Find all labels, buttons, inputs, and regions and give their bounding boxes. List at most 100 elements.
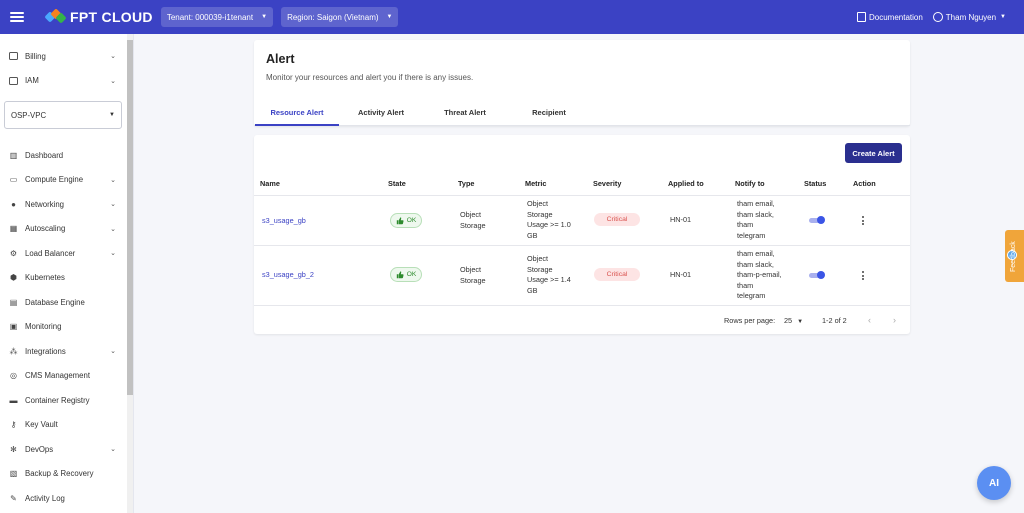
- sidebar-item-label: Compute Engine: [25, 175, 84, 185]
- column-header-status[interactable]: Status: [804, 179, 826, 188]
- notify-line: tham slack,: [737, 209, 774, 219]
- row-divider: [254, 305, 910, 306]
- column-header-notify-to[interactable]: Notify to: [735, 179, 765, 188]
- rows-per-page-value: 25: [784, 316, 793, 325]
- sidebar-item-label: Integrations: [25, 346, 66, 356]
- tenant-label: Tenant: 000039-i1tenant: [166, 12, 254, 22]
- sidebar-item-dashboard[interactable]: ▥ Dashboard: [0, 143, 133, 168]
- sidebar-item-label: Kubernetes: [25, 273, 65, 283]
- severity-badge: Critical: [594, 268, 640, 281]
- logo-text: FPT CLOUD: [70, 9, 153, 25]
- column-header-metric[interactable]: Metric: [525, 179, 547, 188]
- metric-line: Storage: [527, 209, 553, 219]
- ai-assistant-button[interactable]: AI: [977, 466, 1011, 500]
- more-actions-icon[interactable]: [862, 271, 865, 280]
- fpt-cloud-logo[interactable]: FPT CLOUD: [44, 8, 153, 25]
- chevron-down-icon: ⌄: [110, 225, 116, 233]
- sidebar-item-database-engine[interactable]: ▤ Database Engine: [0, 290, 133, 315]
- sidebar-item-kubernetes[interactable]: ⬢ Kubernetes: [0, 266, 133, 291]
- sidebar-item-label: Load Balancer: [25, 248, 76, 258]
- column-header-type[interactable]: Type: [458, 179, 475, 188]
- metric-cell: Object Storage Usage >= 1.0 GB: [527, 199, 571, 241]
- sidebar-item-load-balancer[interactable]: ⚙ Load Balancer ⌄: [0, 241, 133, 266]
- sidebar-item-cms-management[interactable]: ◎ CMS Management: [0, 364, 133, 389]
- notify-line: tham email,: [737, 199, 775, 208]
- documentation-label: Documentation: [868, 12, 923, 22]
- metric-line: Object: [527, 254, 549, 263]
- column-header-severity[interactable]: Severity: [593, 179, 621, 188]
- cms-icon: ◎: [10, 371, 17, 381]
- more-actions-icon[interactable]: [862, 216, 865, 225]
- region-selector[interactable]: Region: Saigon (Vietnam) ▼: [281, 7, 399, 27]
- billing-icon: [9, 52, 18, 61]
- caret-down-icon: ▼: [261, 14, 268, 20]
- tab-resource-alert[interactable]: Resource Alert: [255, 102, 339, 126]
- tab-recipient[interactable]: Recipient: [507, 102, 591, 126]
- type-line: Object: [460, 265, 482, 274]
- sidebar-item-activity-log[interactable]: ✎ Activity Log: [0, 486, 133, 511]
- user-menu[interactable]: Tham Nguyen ▼: [932, 12, 1006, 22]
- sidebar-item-key-vault[interactable]: ⚷ Key Vault: [0, 413, 133, 438]
- rows-per-page-select[interactable]: 25 ▼: [784, 316, 803, 325]
- alert-table-card: Create Alert Name State Type Metric Seve…: [254, 135, 910, 334]
- sidebar-item-compute-engine[interactable]: ▭ Compute Engine ⌄: [0, 168, 133, 193]
- type-line: Object: [460, 210, 482, 219]
- pagination-range: 1-2 of 2: [822, 316, 847, 325]
- notify-line: telegram: [737, 230, 766, 240]
- sidebar-item-iam[interactable]: IAM ⌄: [0, 69, 133, 94]
- tab-activity-alert[interactable]: Activity Alert: [339, 102, 423, 126]
- feedback-label: Feedback: [1010, 241, 1017, 272]
- vpc-select[interactable]: OSP-VPC ▼: [4, 101, 122, 129]
- scrollbar-thumb[interactable]: [127, 40, 133, 395]
- sidebar-item-backup-recovery[interactable]: ▧ Backup & Recovery: [0, 462, 133, 487]
- applied-to-cell: HN-01: [670, 215, 692, 224]
- notify-line: tham: [737, 220, 754, 229]
- kubernetes-icon: ⬢: [10, 273, 17, 283]
- book-icon: [856, 12, 866, 22]
- sidebar-item-container-registry[interactable]: ▬ Container Registry: [0, 388, 133, 413]
- container-icon: ▬: [9, 395, 18, 405]
- column-header-name[interactable]: Name: [260, 179, 280, 188]
- sidebar: Billing ⌄ IAM ⌄ OSP-VPC ▼ ▥ Dashboard ▭ …: [0, 34, 134, 513]
- column-header-applied-to[interactable]: Applied to: [668, 179, 704, 188]
- sidebar-item-integrations[interactable]: ⁂ Integrations ⌄: [0, 339, 133, 364]
- tenant-selector[interactable]: Tenant: 000039-i1tenant ▼: [160, 7, 274, 27]
- sidebar-scrollbar[interactable]: [127, 34, 133, 513]
- chevron-down-icon: ⌄: [110, 77, 116, 85]
- column-header-action[interactable]: Action: [853, 179, 876, 188]
- sidebar-item-label: Billing: [25, 51, 46, 61]
- chevron-right-icon[interactable]: ›: [893, 315, 896, 325]
- integrations-icon: ⁂: [9, 346, 18, 356]
- chevron-left-icon[interactable]: ‹: [868, 315, 871, 325]
- header-divider: [254, 195, 910, 196]
- notify-line: tham-p-email,: [737, 270, 782, 279]
- create-alert-button[interactable]: Create Alert: [845, 143, 902, 163]
- tab-threat-alert[interactable]: Threat Alert: [423, 102, 507, 126]
- sidebar-item-autoscaling[interactable]: ▦ Autoscaling ⌄: [0, 217, 133, 242]
- thumbs-up-icon: [396, 270, 404, 278]
- sidebar-item-label: Database Engine: [25, 297, 85, 307]
- chevron-down-icon: ⌄: [110, 348, 116, 356]
- sidebar-item-networking[interactable]: ● Networking ⌄: [0, 192, 133, 217]
- notify-line: tham email,: [737, 249, 775, 258]
- status-toggle[interactable]: [809, 271, 825, 279]
- rows-per-page-label: Rows per page:: [724, 316, 776, 325]
- sidebar-item-billing[interactable]: Billing ⌄: [0, 44, 133, 69]
- menu-icon[interactable]: [10, 12, 24, 22]
- state-label: OK: [406, 271, 417, 278]
- alert-name-link[interactable]: s3_usage_gb_2: [262, 270, 314, 281]
- sidebar-item-devops[interactable]: ✻ DevOps ⌄: [0, 437, 133, 462]
- page-subtitle: Monitor your resources and alert you if …: [266, 73, 474, 82]
- backup-icon: ▧: [9, 469, 18, 479]
- column-header-state[interactable]: State: [388, 179, 406, 188]
- metric-line: GB: [527, 230, 538, 240]
- alert-name-link[interactable]: s3_usage_gb: [262, 216, 306, 227]
- chevron-down-icon: ⌄: [110, 250, 116, 258]
- logo-mark-icon: [44, 8, 67, 24]
- documentation-link[interactable]: Documentation: [856, 12, 923, 22]
- alert-tabs: Resource Alert Activity Alert Threat Ale…: [255, 102, 591, 126]
- sidebar-item-monitoring[interactable]: ▣ Monitoring: [0, 315, 133, 340]
- status-toggle[interactable]: [809, 216, 825, 224]
- feedback-tab[interactable]: Feedback: [1005, 230, 1024, 282]
- region-label: Region: Saigon (Vietnam): [287, 12, 379, 22]
